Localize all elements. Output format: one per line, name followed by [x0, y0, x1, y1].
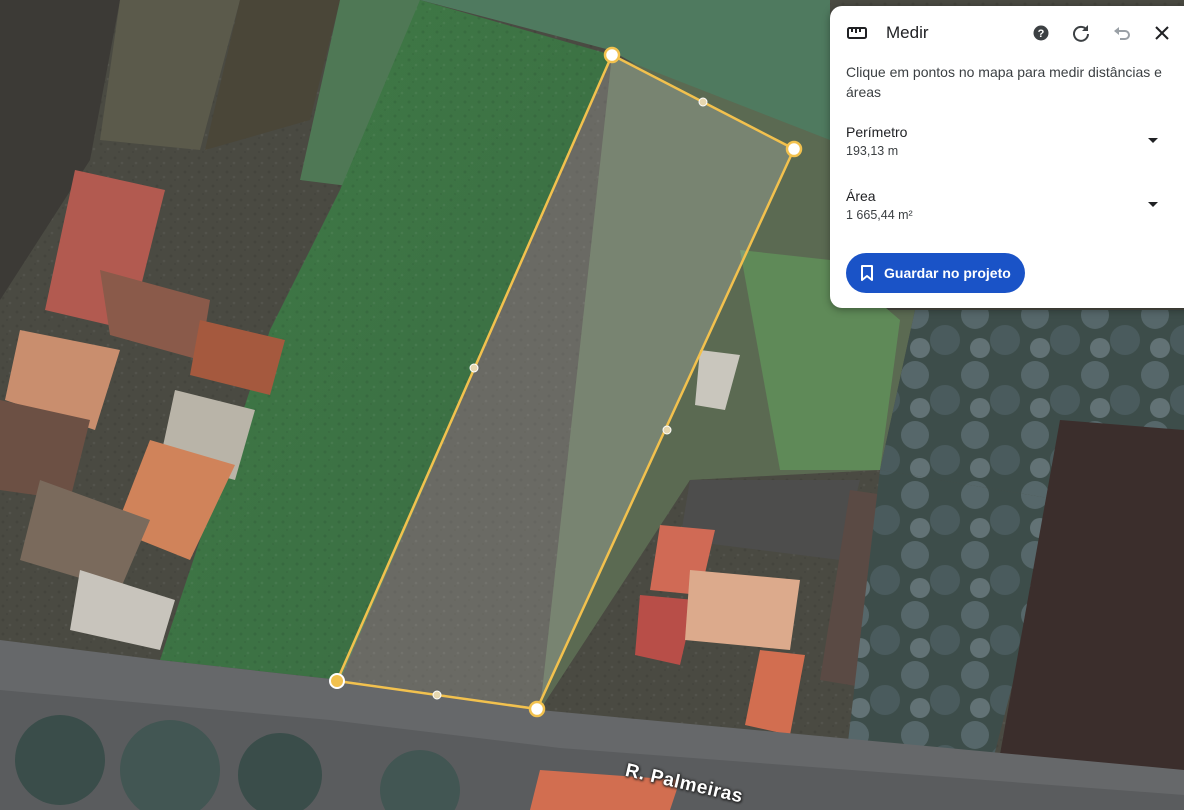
close-icon: [1155, 26, 1169, 40]
panel-header: Medir ?: [830, 6, 1184, 60]
vertex-point-start[interactable]: [329, 673, 345, 689]
instructions-text: Clique em pontos no mapa para medir dist…: [846, 64, 1162, 100]
undo-button[interactable]: [1109, 20, 1135, 46]
help-icon: ?: [1033, 25, 1049, 41]
tree: [15, 715, 105, 805]
edge-midpoint[interactable]: [698, 97, 708, 107]
refresh-icon: [1073, 25, 1089, 42]
perimeter-value: 193,13 m: [846, 144, 899, 158]
vertex-point[interactable]: [603, 46, 621, 64]
edge-midpoint[interactable]: [432, 690, 442, 700]
svg-text:?: ?: [1038, 28, 1045, 40]
vertex-point[interactable]: [785, 140, 803, 158]
area-label: Área: [846, 188, 876, 204]
edge-midpoint[interactable]: [662, 425, 672, 435]
save-to-project-button[interactable]: Guardar no projeto: [846, 253, 1025, 293]
area-value: 1 665,44 m²: [846, 208, 913, 222]
perimeter-label: Perímetro: [846, 124, 908, 140]
save-button-label: Guardar no projeto: [884, 265, 1011, 281]
help-button[interactable]: ?: [1028, 20, 1054, 46]
vertex-point[interactable]: [528, 700, 546, 718]
area-row[interactable]: Área 1 665,44 m²: [846, 186, 1176, 230]
roof-peach: [685, 570, 800, 650]
close-button[interactable]: [1149, 20, 1175, 46]
chevron-down-icon[interactable]: [1148, 202, 1158, 207]
bookmark-icon: [861, 265, 873, 281]
chevron-down-icon[interactable]: [1148, 138, 1158, 143]
panel-title: Medir: [886, 23, 929, 42]
measure-panel: Medir ? Clique em pontos no mapa para me…: [830, 6, 1184, 308]
ruler-icon: [847, 27, 867, 39]
refresh-button[interactable]: [1068, 20, 1094, 46]
undo-icon: [1114, 27, 1130, 40]
perimeter-row[interactable]: Perímetro 193,13 m: [846, 122, 1176, 166]
edge-midpoint[interactable]: [469, 363, 479, 373]
